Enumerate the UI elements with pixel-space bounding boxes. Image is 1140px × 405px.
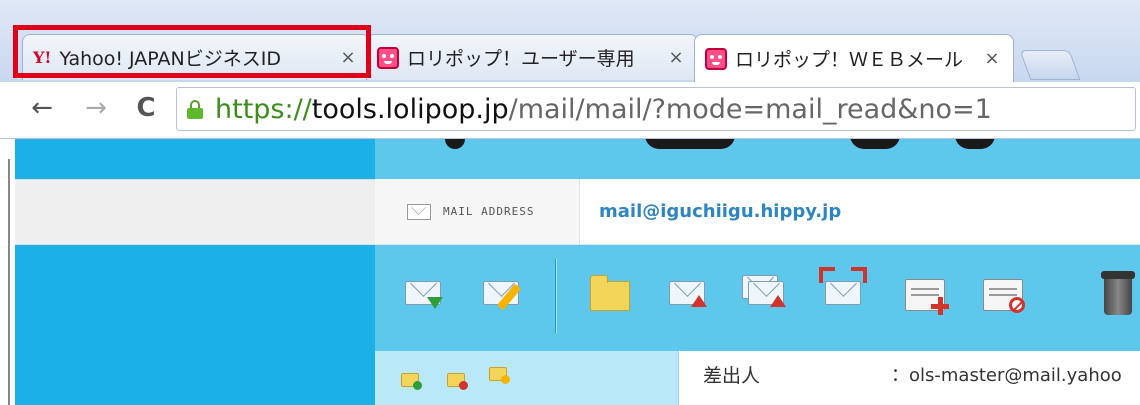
folder-panel	[375, 351, 679, 405]
mail-address-value: mail@iguchiigu.hippy.jp	[599, 201, 842, 222]
forward-mail-icon[interactable]	[819, 267, 867, 315]
tab-title: Yahoo! JAPANビジネスID	[59, 48, 281, 70]
browser-tab-strip: Y! Yahoo! JAPANビジネスID × ロリポップ！ユーザー専用 × ロ…	[0, 0, 1140, 82]
address-bar[interactable]: https://tools.lolipop.jp/mail/mail/?mode…	[176, 87, 1136, 131]
close-icon[interactable]: ×	[981, 48, 1003, 69]
tab-lolipop-webmail[interactable]: ロリポップ！ＷＥＢメール ×	[694, 34, 1014, 82]
lolipop-icon	[705, 47, 727, 70]
mail-toolbar	[375, 245, 1140, 351]
tab-title: ロリポップ！ユーザー専用	[407, 48, 635, 70]
edit-folder-icon[interactable]	[489, 367, 510, 384]
sidebar-gray-band	[15, 179, 375, 245]
sidebar-bottom	[15, 245, 375, 405]
mail-address-row: MAIL ADDRESS mail@iguchiigu.hippy.jp	[375, 179, 1140, 245]
delete-folder-icon[interactable]	[447, 373, 468, 390]
tab-title: ロリポップ！ＷＥＢメール	[735, 49, 964, 71]
envelope-icon	[407, 203, 431, 220]
forward-button[interactable]: →	[78, 90, 114, 126]
trash-icon[interactable]	[1101, 271, 1140, 315]
send-mail-icon[interactable]	[669, 275, 711, 315]
new-folder-icon[interactable]	[590, 275, 632, 315]
yahoo-y-icon: Y!	[33, 48, 52, 67]
close-icon[interactable]: ×	[337, 47, 359, 68]
toolbar-divider	[555, 259, 556, 333]
logo-header	[375, 139, 1140, 179]
receive-mail-icon[interactable]	[405, 275, 447, 315]
add-folder-icon[interactable]	[401, 373, 422, 390]
browser-toolbar: ← → C https://tools.lolipop.jp/mail/mail…	[0, 82, 1140, 139]
sender-label: 差出人	[703, 365, 761, 387]
sender-value: ：ols-master@mail.yahoo	[891, 365, 1122, 386]
lolipop-icon	[377, 46, 399, 69]
back-button[interactable]: ←	[24, 90, 60, 126]
block-address-icon[interactable]	[983, 275, 1025, 315]
add-address-icon[interactable]	[905, 275, 949, 315]
webmail-page: MAIL ADDRESS mail@iguchiigu.hippy.jp 差出人…	[0, 139, 1140, 405]
compose-mail-icon[interactable]	[483, 275, 525, 315]
new-tab-button[interactable]	[1019, 50, 1081, 80]
sidebar-top	[15, 139, 375, 179]
lock-icon	[187, 100, 203, 119]
mail-header-pane: 差出人 ：ols-master@mail.yahoo	[679, 351, 1140, 405]
reload-button[interactable]: C	[128, 90, 164, 126]
tab-lolipop-user[interactable]: ロリポップ！ユーザー専用 ×	[366, 34, 698, 80]
url-text: https://tools.lolipop.jp/mail/mail/?mode…	[215, 93, 992, 125]
tab-yahoo-business-id[interactable]: Y! Yahoo! JAPANビジネスID ×	[22, 34, 370, 80]
mail-address-label: MAIL ADDRESS	[443, 205, 535, 218]
send-multiple-mail-icon[interactable]	[742, 275, 790, 315]
close-icon[interactable]: ×	[665, 47, 687, 68]
